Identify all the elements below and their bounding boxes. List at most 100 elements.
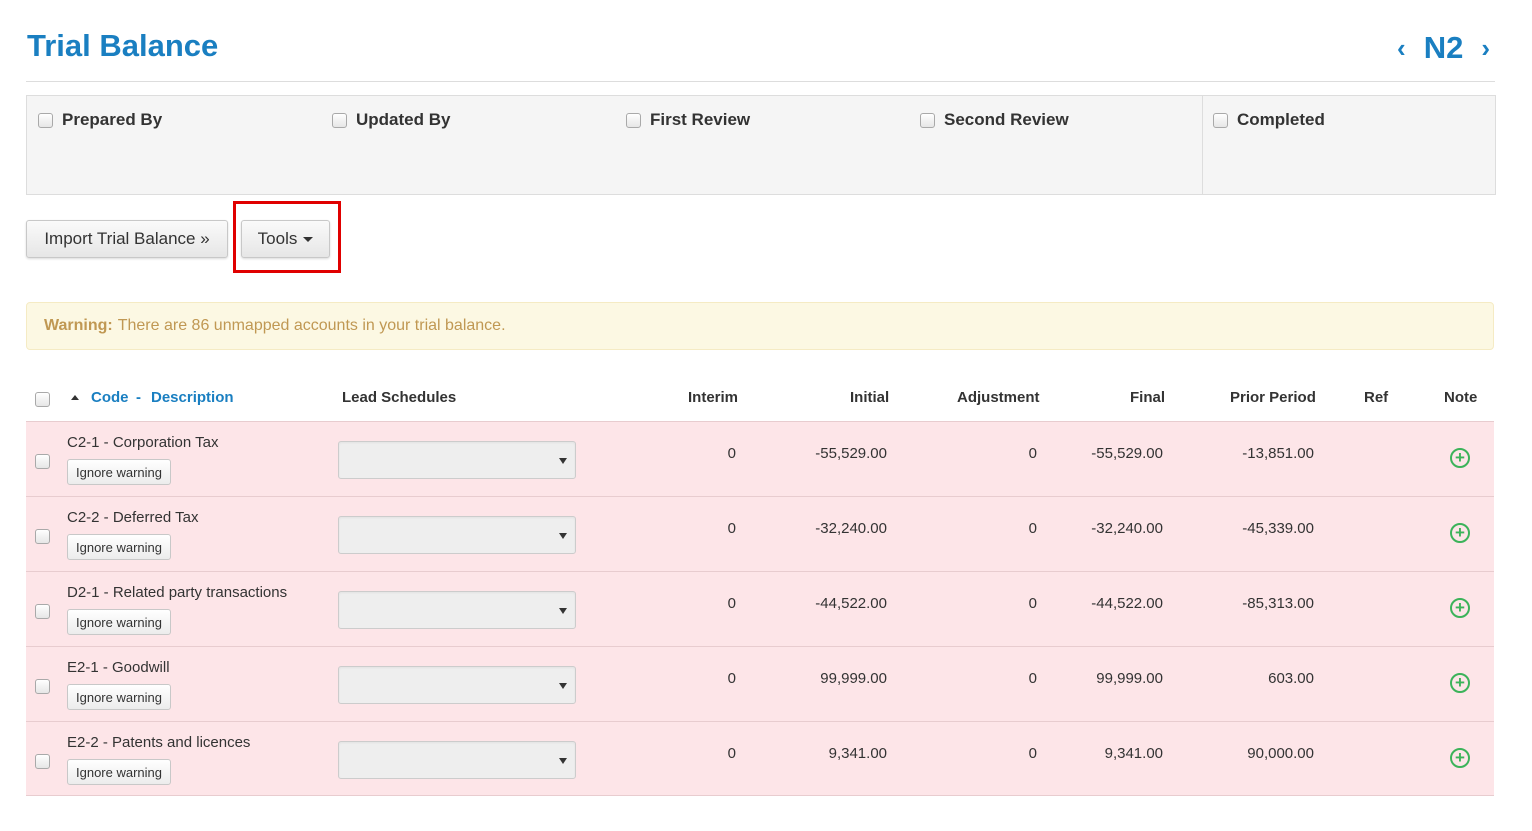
row-checkbox[interactable] xyxy=(35,679,50,694)
column-separator: - xyxy=(136,389,141,406)
signoff-label: Prepared By xyxy=(62,110,163,129)
interim-value: 0 xyxy=(727,520,736,537)
adjustment-value: 0 xyxy=(1028,670,1037,687)
initial-value: 9,341.00 xyxy=(828,745,887,762)
prior-period-value: 90,000.00 xyxy=(1247,745,1314,762)
ignore-warning-button[interactable]: Ignore warning xyxy=(67,684,171,710)
chevron-left-icon[interactable]: ‹ xyxy=(1393,35,1410,61)
column-interim: Interim xyxy=(688,389,739,406)
dropdown-arrow-icon xyxy=(559,758,567,764)
row-checkbox[interactable] xyxy=(35,529,50,544)
table-row: D2-1 - Related party transactions Ignore… xyxy=(26,571,1494,646)
signoff-completed[interactable]: Completed xyxy=(1213,110,1325,130)
table-header: Code - Description Lead Schedules Interi… xyxy=(26,380,1494,420)
row-checkbox[interactable] xyxy=(35,604,50,619)
signoff-first-review[interactable]: First Review xyxy=(626,110,750,130)
ignore-warning-button[interactable]: Ignore warning xyxy=(67,459,171,485)
account-label: C2-1 - Corporation Tax xyxy=(67,434,219,451)
signoff-label: Second Review xyxy=(944,110,1069,129)
warning-alert: Warning: There are 86 unmapped accounts … xyxy=(26,302,1494,350)
add-note-icon[interactable]: + xyxy=(1450,523,1470,543)
warning-message: There are 86 unmapped accounts in your t… xyxy=(117,317,506,334)
checkbox[interactable] xyxy=(38,112,53,128)
lead-schedule-select[interactable] xyxy=(338,666,576,704)
dropdown-arrow-icon xyxy=(559,458,567,464)
period-label: N2 xyxy=(1423,30,1464,65)
account-label: D2-1 - Related party transactions xyxy=(67,584,288,601)
signoff-updated-by[interactable]: Updated By xyxy=(332,110,450,130)
prior-period-value: -13,851.00 xyxy=(1242,445,1314,462)
prior-period-value: -85,313.00 xyxy=(1242,595,1314,612)
ignore-warning-button[interactable]: Ignore warning xyxy=(67,609,171,635)
dropdown-arrow-icon xyxy=(559,533,567,539)
chevron-right-icon[interactable]: › xyxy=(1477,35,1494,61)
checkbox[interactable] xyxy=(626,112,641,128)
lead-schedule-select[interactable] xyxy=(338,741,576,779)
signoff-panel: Prepared By Updated By First Review Seco… xyxy=(26,95,1496,195)
row-checkbox[interactable] xyxy=(35,754,50,769)
column-final: Final xyxy=(1130,389,1166,406)
initial-value: -55,529.00 xyxy=(815,445,887,462)
table-row: C2-1 - Corporation Tax Ignore warning 0 … xyxy=(26,421,1494,496)
final-value: 99,999.00 xyxy=(1096,670,1163,687)
column-prior-period: Prior Period xyxy=(1230,389,1316,406)
table-row: C2-2 - Deferred Tax Ignore warning 0 -32… xyxy=(26,496,1494,571)
column-adjustment: Adjustment xyxy=(957,389,1040,406)
signoff-divider xyxy=(1202,96,1203,194)
account-label: C2-2 - Deferred Tax xyxy=(67,509,199,526)
dropdown-arrow-icon xyxy=(559,683,567,689)
checkbox[interactable] xyxy=(920,112,935,128)
column-ref: Ref xyxy=(1364,389,1389,406)
column-lead-schedules: Lead Schedules xyxy=(342,389,457,406)
column-note: Note xyxy=(1444,389,1478,406)
initial-value: 99,999.00 xyxy=(820,670,887,687)
final-value: -44,522.00 xyxy=(1091,595,1163,612)
initial-value: -44,522.00 xyxy=(815,595,887,612)
lead-schedule-select[interactable] xyxy=(338,516,576,554)
signoff-prepared-by[interactable]: Prepared By xyxy=(38,110,162,130)
period-navigator: ‹ N2 › xyxy=(1393,30,1494,66)
highlight-box xyxy=(233,201,341,273)
select-all-checkbox[interactable] xyxy=(35,392,50,407)
table-row: E2-2 - Patents and licences Ignore warni… xyxy=(26,721,1494,796)
interim-value: 0 xyxy=(727,745,736,762)
signoff-label: Completed xyxy=(1237,110,1325,129)
lead-schedule-select[interactable] xyxy=(338,591,576,629)
column-code[interactable]: Code xyxy=(91,389,129,406)
adjustment-value: 0 xyxy=(1028,445,1037,462)
add-note-icon[interactable]: + xyxy=(1450,748,1470,768)
import-trial-balance-button[interactable]: Import Trial Balance » xyxy=(26,220,228,258)
ignore-warning-button[interactable]: Ignore warning xyxy=(67,534,171,560)
dropdown-arrow-icon xyxy=(559,608,567,614)
account-label: E2-2 - Patents and licences xyxy=(67,734,251,751)
column-initial: Initial xyxy=(850,389,890,406)
interim-value: 0 xyxy=(727,595,736,612)
column-description[interactable]: Description xyxy=(151,389,234,406)
signoff-label: Updated By xyxy=(356,110,451,129)
add-note-icon[interactable]: + xyxy=(1450,598,1470,618)
checkbox[interactable] xyxy=(332,112,347,128)
add-note-icon[interactable]: + xyxy=(1450,673,1470,693)
row-checkbox[interactable] xyxy=(35,454,50,469)
initial-value: -32,240.00 xyxy=(815,520,887,537)
signoff-second-review[interactable]: Second Review xyxy=(920,110,1069,130)
add-note-icon[interactable]: + xyxy=(1450,448,1470,468)
lead-schedule-select[interactable] xyxy=(338,441,576,479)
interim-value: 0 xyxy=(727,445,736,462)
final-value: -32,240.00 xyxy=(1091,520,1163,537)
table-row: E2-1 - Goodwill Ignore warning 0 99,999.… xyxy=(26,646,1494,721)
adjustment-value: 0 xyxy=(1028,745,1037,762)
final-value: -55,529.00 xyxy=(1091,445,1163,462)
header-divider xyxy=(26,81,1495,82)
final-value: 9,341.00 xyxy=(1104,745,1163,762)
adjustment-value: 0 xyxy=(1028,595,1037,612)
sort-asc-icon xyxy=(71,395,79,400)
ignore-warning-button[interactable]: Ignore warning xyxy=(67,759,171,785)
prior-period-value: 603.00 xyxy=(1268,670,1314,687)
adjustment-value: 0 xyxy=(1028,520,1037,537)
signoff-label: First Review xyxy=(650,110,751,129)
checkbox[interactable] xyxy=(1213,112,1228,128)
interim-value: 0 xyxy=(727,670,736,687)
account-label: E2-1 - Goodwill xyxy=(67,659,170,676)
warning-prefix: Warning: xyxy=(44,317,113,334)
